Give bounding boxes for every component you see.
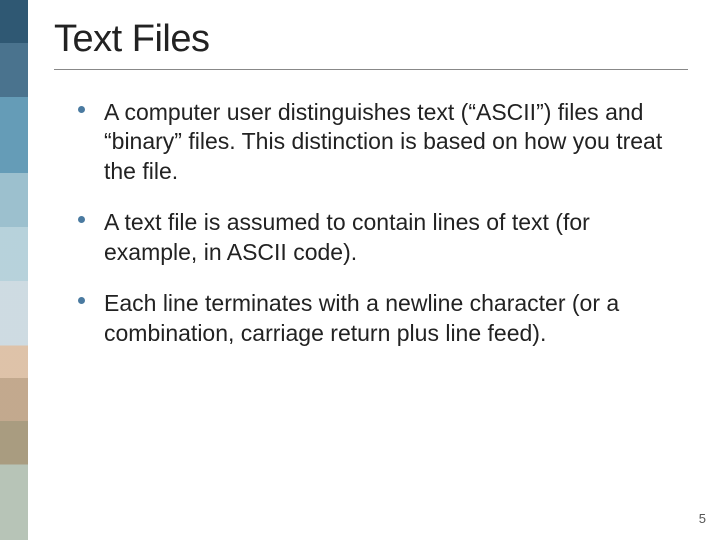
- bullet-item: Each line terminates with a newline char…: [82, 289, 688, 348]
- bullet-text: A text file is assumed to contain lines …: [104, 209, 590, 264]
- title-underline: [54, 69, 688, 70]
- bullet-item: A text file is assumed to contain lines …: [82, 208, 688, 267]
- slide-content: Text Files A computer user distinguishes…: [54, 18, 688, 370]
- page-number: 5: [699, 511, 706, 526]
- decorative-sidebar: [0, 0, 28, 540]
- bullet-list: A computer user distinguishes text (“ASC…: [54, 98, 688, 348]
- bullet-icon: [78, 216, 85, 223]
- bullet-item: A computer user distinguishes text (“ASC…: [82, 98, 688, 186]
- bullet-text: A computer user distinguishes text (“ASC…: [104, 99, 662, 184]
- slide-title: Text Files: [54, 18, 688, 61]
- bullet-icon: [78, 297, 85, 304]
- bullet-icon: [78, 106, 85, 113]
- bullet-text: Each line terminates with a newline char…: [104, 290, 619, 345]
